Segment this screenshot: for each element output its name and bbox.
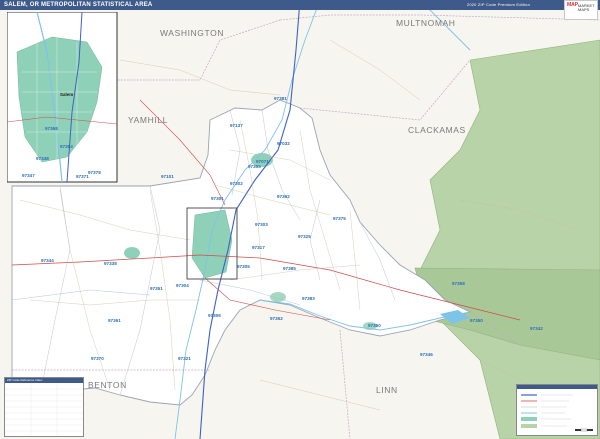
brand-mark: MAP (567, 2, 579, 8)
zip-reference-table: ZIP Code Reference Index (4, 377, 84, 437)
zip-label: 97361 (108, 318, 121, 323)
zip-label: 97370 (91, 356, 104, 361)
legend-symbols (521, 394, 593, 432)
map-edition: 2020 ZIP Code Premium Edition (466, 2, 530, 7)
county-label-linn: LINN (376, 385, 398, 395)
zip-label: 97371 (76, 174, 89, 179)
zip-label: 97306 (208, 313, 221, 318)
legend-urban-swatch (521, 417, 537, 421)
zip-label: 97385 (283, 266, 296, 271)
zip-label: 97317 (252, 245, 265, 250)
zip-label: 97346 (420, 352, 433, 357)
map-labels: WASHINGTON MULTNOMAH YAMHILL CLACKAMAS L… (22, 18, 543, 395)
legend-text-lines (541, 394, 573, 427)
zip-label: 97368 (45, 126, 58, 131)
zip-label: 97355 (248, 164, 261, 169)
zip-label: 97305 (237, 264, 250, 269)
zip-label: 97325 (298, 234, 311, 239)
zip-table-rows (5, 383, 83, 436)
brand-line-2: MAPS (578, 7, 590, 12)
zip-label: 97360 (368, 323, 381, 328)
zip-label: 97321 (178, 356, 191, 361)
zip-label: 97362 (277, 194, 290, 199)
legend-scale-bar (575, 428, 593, 432)
county-label-washington: WASHINGTON (160, 28, 224, 38)
map-frame: WASHINGTON MULTNOMAH YAMHILL CLACKAMAS L… (0, 0, 600, 439)
zip-label: 97351 (150, 286, 163, 291)
brand-logo: MAP MARKET MAPS (564, 0, 598, 20)
inset-city-label: Salem (60, 92, 73, 97)
county-label-multnomah: MULTNOMAH (396, 18, 456, 28)
legend-forest-swatch (521, 424, 537, 428)
county-label-benton: BENTON (88, 380, 127, 390)
zip-label: 97348 (36, 156, 49, 161)
county-label-clackamas: CLACKAMAS (408, 125, 466, 135)
zip-label: 97375 (333, 216, 346, 221)
zip-label: 97303 (255, 222, 268, 227)
zip-label: 97342 (530, 326, 543, 331)
zip-label: 97032 (277, 141, 290, 146)
brand-text: MARKET MAPS (578, 4, 595, 12)
zip-label: 97101 (161, 174, 174, 179)
zip-label: 97384 (60, 144, 73, 149)
zip-label: 97338 (104, 261, 117, 266)
map-title-bar: SALEM, OR METROPOLITAN STATISTICAL AREA … (0, 0, 600, 10)
zip-label: 97344 (41, 258, 54, 263)
zip-label: 97383 (302, 296, 315, 301)
zip-label: 97301 (211, 196, 224, 201)
zip-label: 97347 (22, 173, 35, 178)
zip-label: 97137 (230, 123, 243, 128)
map-legend (516, 384, 598, 436)
county-label-yamhill: YAMHILL (128, 115, 168, 125)
zip-table-grid (5, 383, 83, 436)
zip-label: 97352 (270, 316, 283, 321)
zip-label: 97304 (176, 283, 189, 288)
zip-label: 97350 (470, 318, 483, 323)
map-title: SALEM, OR METROPOLITAN STATISTICAL AREA (4, 2, 153, 8)
zip-label: 97302 (230, 181, 243, 186)
zip-label: 97378 (88, 170, 101, 175)
zip-label: 97381 (274, 96, 287, 101)
zip-label: 97358 (452, 281, 465, 286)
